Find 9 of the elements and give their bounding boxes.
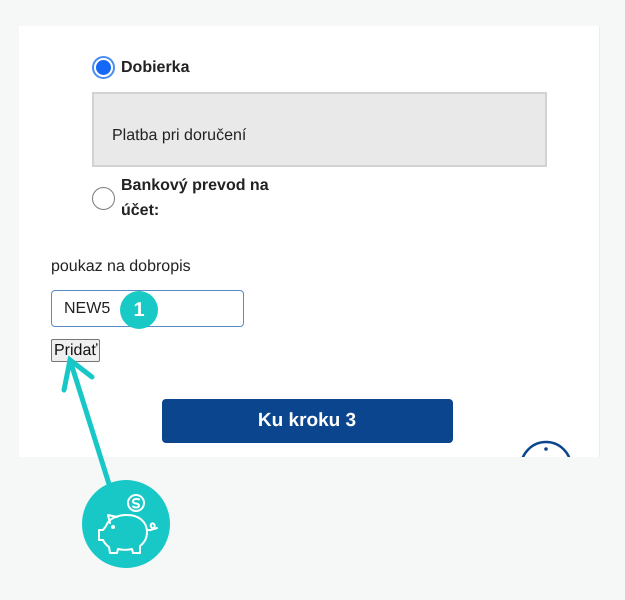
radio-button[interactable]: [92, 56, 115, 79]
payment-option-label[interactable]: Dobierka: [121, 55, 286, 80]
radio-button[interactable]: [92, 186, 115, 210]
voucher-label: poukaz na dobropis: [51, 257, 191, 277]
add-button[interactable]: Pridať: [51, 339, 100, 362]
next-step-button[interactable]: Ku kroku 3: [162, 399, 452, 443]
piggy-bank-icon: [82, 480, 170, 568]
payment-note: Platba pri doručení: [92, 92, 547, 167]
payment-option-label[interactable]: Bankový prevod na účet:: [121, 173, 286, 223]
